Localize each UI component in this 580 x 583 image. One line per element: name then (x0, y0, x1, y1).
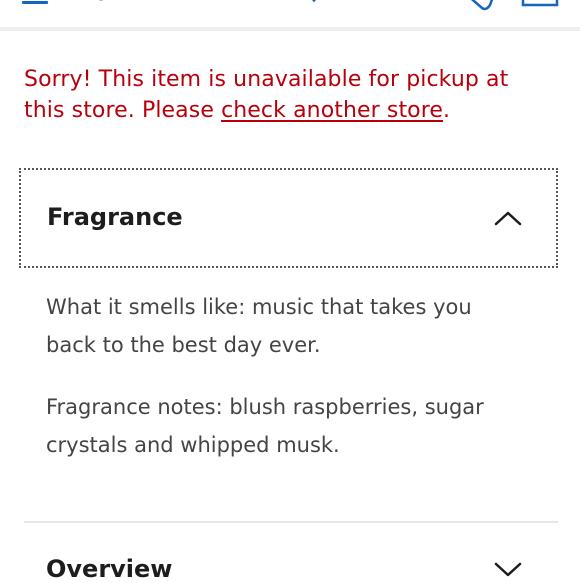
overview-accordion-title: Overview (46, 555, 173, 583)
fragrance-description: What it smells like: music that takes yo… (46, 295, 472, 357)
pickup-unavailable-message: Sorry! This item is unavailable for pick… (24, 64, 554, 126)
menu-icon[interactable] (22, 0, 48, 4)
fragrance-accordion-header[interactable]: Fragrance (19, 168, 558, 268)
fragrance-accordion-title: Fragrance (47, 203, 183, 231)
location-pin-icon[interactable] (92, 0, 110, 4)
chevron-down-icon[interactable] (494, 561, 522, 577)
heart-icon[interactable] (464, 0, 496, 12)
shopping-bag-icon[interactable] (520, 0, 560, 8)
top-navigation-bar (0, 0, 580, 31)
overview-accordion-header[interactable]: Overview (24, 523, 558, 583)
chevron-up-icon[interactable] (494, 210, 522, 226)
chevron-down-icon[interactable] (308, 0, 320, 4)
fragrance-notes: Fragrance notes: blush raspberries, suga… (46, 395, 484, 457)
error-message-period: . (443, 98, 451, 123)
check-another-store-link[interactable]: check another store (221, 98, 443, 123)
